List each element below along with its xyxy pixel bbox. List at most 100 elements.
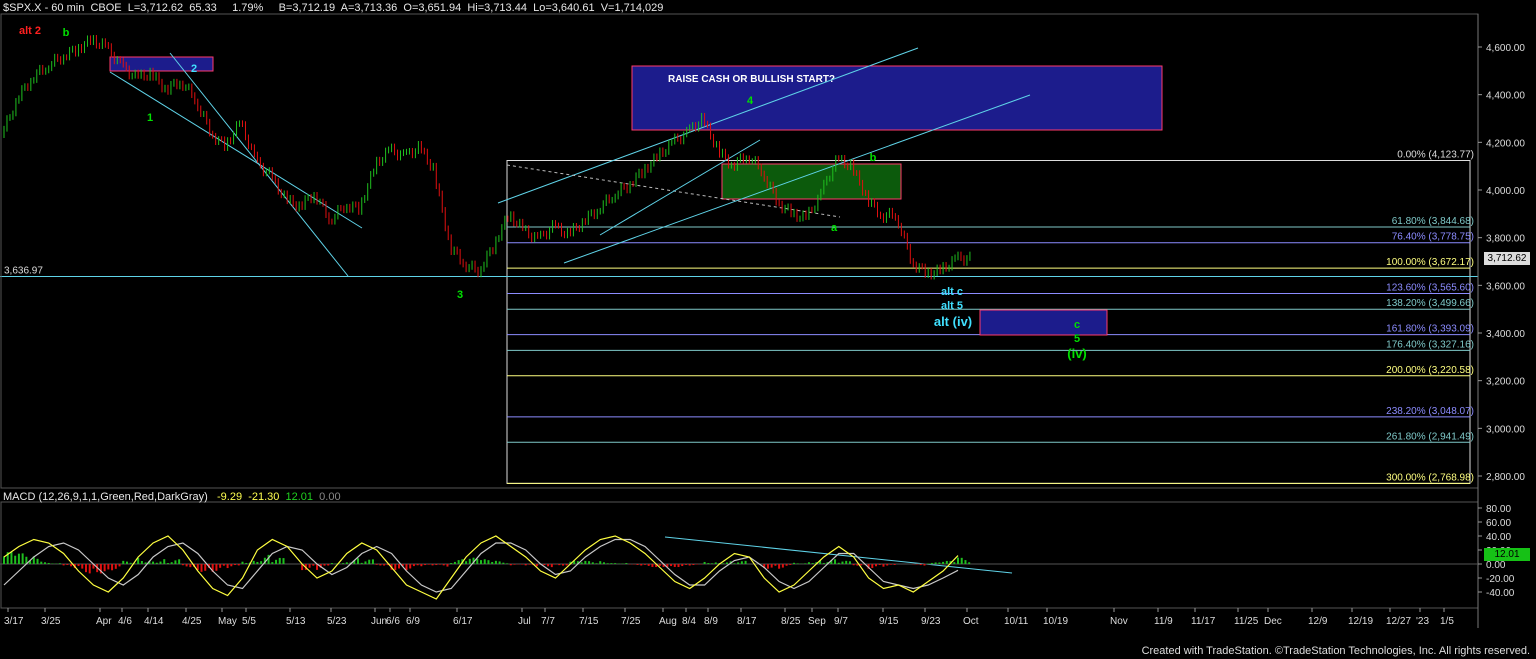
x-tick-label: 1/5 <box>1440 616 1454 627</box>
ask-price: A=3,713.36 <box>340 2 398 14</box>
x-tick-label: 10/19 <box>1043 616 1068 627</box>
x-tick-label: 6/17 <box>453 616 473 627</box>
price-chart: 0.00% (4,123.77) 61.80% (3,844.68) 76.40% … <box>0 0 1536 659</box>
x-tick-label: 8/4 <box>682 616 696 627</box>
x-tick-label: 3/25 <box>41 616 61 627</box>
x-tick-label: Nov <box>1110 616 1128 627</box>
y-tick-label: 4,000.00 <box>1486 186 1525 197</box>
x-tick-label: 5/23 <box>327 616 347 627</box>
low-price: Lo=3,640.61 <box>533 2 595 14</box>
high-price: Hi=3,713.44 <box>467 2 527 14</box>
x-tick-label: 8/17 <box>737 616 757 627</box>
net-change: 65.33 <box>189 2 217 14</box>
wave-label: 4 <box>747 95 754 107</box>
macd-y-tick-label: -40.00 <box>1486 588 1515 599</box>
macd-y-tick-label: -20.00 <box>1486 574 1515 585</box>
macd-header: MACD (12,26,9,1,1,Green,Red,DarkGray) -9… <box>3 491 341 503</box>
x-tick-label: 6/9 <box>406 616 420 627</box>
x-tick-label: 8/9 <box>704 616 718 627</box>
wave-label: alt 5 <box>941 300 963 312</box>
x-tick-label: 5/13 <box>286 616 306 627</box>
macd-y-tick-label: 40.00 <box>1486 532 1511 543</box>
wave-label: a <box>831 222 838 234</box>
y-tick-label: 3,400.00 <box>1486 329 1525 340</box>
wave-label: b <box>63 27 70 39</box>
fib-label: 161.80% (3,393.09) <box>1386 324 1474 335</box>
wave-label: 3 <box>457 289 463 301</box>
x-tick-label: 4/14 <box>144 616 164 627</box>
x-tick-label: 12/27 <box>1386 616 1411 627</box>
y-tick-label: 2,800.00 <box>1486 472 1525 483</box>
x-tick-label: 7/15 <box>579 616 599 627</box>
x-tick-label: 7/25 <box>621 616 641 627</box>
fib-label: 76.40% (3,778.75) <box>1392 232 1474 243</box>
bid-price: B=3,712.19 <box>278 2 336 14</box>
chart-header: $SPX.X - 60 min CBOE L=3,712.62 65.33 1.… <box>3 2 663 14</box>
y-tick-label: 3,600.00 <box>1486 281 1525 292</box>
wave-label: c <box>1074 319 1080 331</box>
macd-value: -9.29 <box>216 491 243 503</box>
macd-y-tick-label: 0.00 <box>1486 560 1506 571</box>
y-tick-label: 4,400.00 <box>1486 91 1525 102</box>
y-tick-label: 4,200.00 <box>1486 138 1525 149</box>
x-tick-label: 6/6 <box>386 616 400 627</box>
fib-label: 0.00% (4,123.77) <box>1397 150 1474 161</box>
y-tick-label: 3,800.00 <box>1486 234 1525 245</box>
support-box <box>721 163 902 200</box>
x-tick-label: 5/5 <box>242 616 256 627</box>
x-tick-label: Jul <box>518 616 531 627</box>
wave-label: 5 <box>1074 333 1080 345</box>
x-tick-label: 8/25 <box>781 616 801 627</box>
fib-label: 123.60% (3,565.60) <box>1386 283 1474 294</box>
x-tick-label: 9/7 <box>834 616 848 627</box>
macd-y-tick-label: 60.00 <box>1486 518 1511 529</box>
x-tick-label: Oct <box>963 616 979 627</box>
x-tick-label: 7/7 <box>541 616 555 627</box>
zero-value: 0.00 <box>319 491 341 503</box>
x-tick-label: 12/9 <box>1308 616 1328 627</box>
fib-label: 138.20% (3,499.66) <box>1386 298 1474 309</box>
x-tick-label: 12/19 <box>1348 616 1373 627</box>
wave-label: alt (iv) <box>934 314 972 329</box>
open-price: O=3,651.94 <box>403 2 462 14</box>
fib-label: 200.00% (3,220.58) <box>1386 365 1474 376</box>
x-tick-label: Jun <box>371 616 387 627</box>
fib-label: 61.80% (3,844.68) <box>1392 216 1474 227</box>
wave-label: (iv) <box>1067 346 1087 361</box>
fib-label: 300.00% (2,768.98) <box>1386 472 1474 483</box>
y-tick-label: 3,200.00 <box>1486 377 1525 388</box>
x-tick-label: 10/11 <box>1004 616 1029 627</box>
raise-cash-label: RAISE CASH OR BULLISH START? <box>668 74 835 85</box>
x-tick-label: 11/17 <box>1191 616 1216 627</box>
target-box <box>109 56 214 72</box>
macd-y-tick-label: 80.00 <box>1486 504 1511 515</box>
x-tick-label: 11/25 <box>1234 616 1259 627</box>
fib-label: 100.00% (3,672.17) <box>1386 257 1474 268</box>
y-tick-label: 4,600.00 <box>1486 43 1525 54</box>
x-tick-label: 3/17 <box>4 616 24 627</box>
x-tick-label: Aug <box>659 616 677 627</box>
x-tick-label: 9/23 <box>921 616 941 627</box>
symbol-label: $SPX.X - 60 min <box>3 2 85 14</box>
x-tick-label: Dec <box>1264 616 1282 627</box>
macd-value-marker: 12.01 <box>1484 548 1530 561</box>
wave-iv-target-box <box>979 309 1108 336</box>
footer-copyright: Created with TradeStation. ©TradeStation… <box>1141 645 1530 657</box>
wave-label: alt 2 <box>19 25 41 37</box>
fib-label: 238.20% (3,048.07) <box>1386 406 1474 417</box>
x-tick-label: 9/15 <box>879 616 899 627</box>
x-tick-label: 4/6 <box>118 616 132 627</box>
wave-label: b <box>870 152 877 164</box>
exchange-label: CBOE <box>90 2 122 14</box>
macd-label: MACD (12,26,9,1,1,Green,Red,DarkGray) <box>3 491 208 503</box>
x-tick-label: Apr <box>96 616 112 627</box>
fib-label: 176.40% (3,327.16) <box>1386 339 1474 350</box>
x-tick-label: May <box>218 616 237 627</box>
fib-label: 261.80% (2,941.49) <box>1386 431 1474 442</box>
support-label: 3,636.97 <box>4 266 43 277</box>
histogram-value: 12.01 <box>285 491 314 503</box>
signal-value: -21.30 <box>248 491 280 503</box>
last-price: L=3,712.62 <box>127 2 184 14</box>
x-tick-label: Sep <box>808 616 826 627</box>
x-tick-label: '23 <box>1416 616 1429 627</box>
